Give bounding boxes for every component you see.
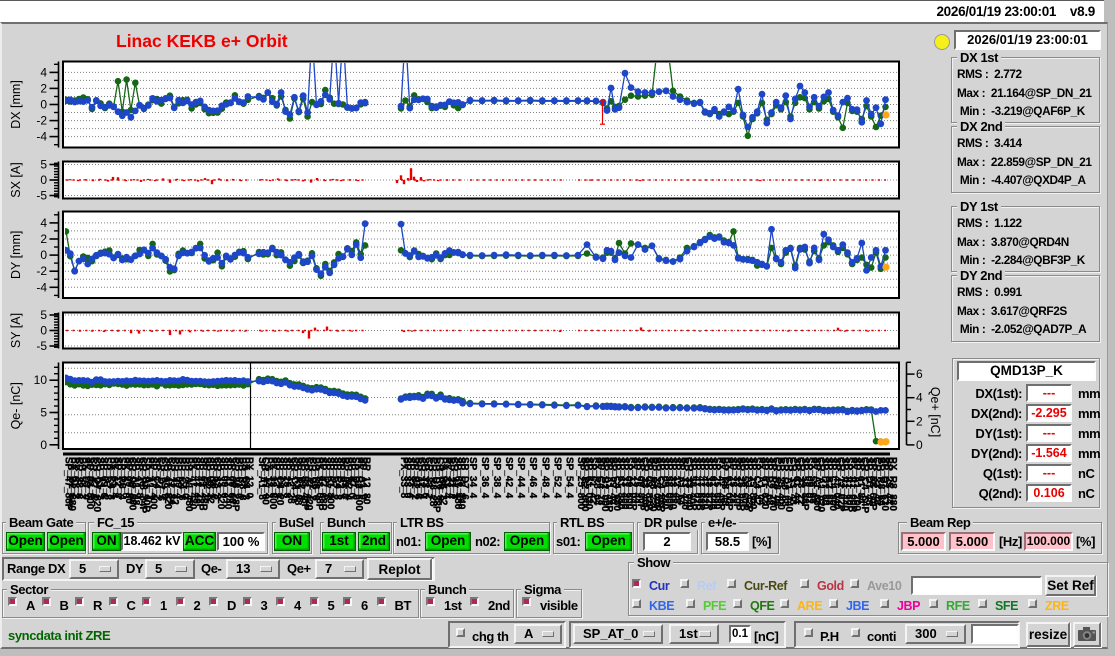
svg-text:5: 5 [40, 158, 47, 172]
svg-text:SX [A]: SX [A] [9, 162, 23, 197]
svg-text:5: 5 [40, 406, 47, 420]
svg-text:-5: -5 [36, 339, 47, 353]
svg-text:2: 2 [916, 414, 923, 428]
svg-text:4: 4 [40, 216, 47, 230]
svg-text:2: 2 [40, 232, 47, 246]
svg-text:-4: -4 [36, 130, 47, 144]
svg-text:5: 5 [40, 308, 47, 322]
svg-text:-2: -2 [36, 114, 47, 128]
svg-text:10: 10 [34, 373, 48, 387]
svg-text:PX_12_0: PX_12_0 [244, 457, 255, 499]
svg-text:Qe+ [nC]: Qe+ [nC] [928, 387, 942, 437]
svg-text:-2: -2 [36, 264, 47, 278]
svg-text:0: 0 [40, 438, 47, 452]
svg-text:0: 0 [916, 438, 923, 452]
svg-text:0: 0 [40, 248, 47, 262]
svg-text:-4: -4 [36, 280, 47, 294]
svg-text:2: 2 [40, 81, 47, 95]
svg-text:DX [mm]: DX [mm] [9, 80, 23, 129]
svg-text:SP_38_4: SP_38_4 [491, 457, 502, 499]
svg-text:0: 0 [40, 324, 47, 338]
svg-text:PX_R8_880: PX_R8_880 [887, 457, 898, 511]
svg-text:4: 4 [916, 391, 923, 405]
svg-text:6: 6 [916, 367, 923, 381]
svg-text:Qe- [nC]: Qe- [nC] [9, 382, 23, 429]
svg-text:SP_52_4: SP_52_4 [551, 457, 562, 499]
svg-text:BP_12_80: BP_12_80 [360, 457, 371, 505]
svg-text:4: 4 [40, 65, 47, 79]
svg-text:0: 0 [40, 173, 47, 187]
svg-text:SP_36_4: SP_36_4 [479, 457, 490, 499]
svg-text:DY [mm]: DY [mm] [9, 231, 23, 279]
svg-text:0: 0 [40, 98, 47, 112]
svg-text:SP_48_4: SP_48_4 [539, 457, 550, 499]
svg-text:-5: -5 [36, 189, 47, 203]
svg-text:SP_46_4: SP_46_4 [527, 457, 538, 499]
svg-text:SP_44_4: SP_44_4 [515, 457, 526, 499]
svg-text:SY [A]: SY [A] [9, 313, 23, 348]
svg-text:SP_34_4: SP_34_4 [467, 457, 478, 499]
svg-text:SP_54_4: SP_54_4 [563, 457, 574, 499]
svg-text:SP_42_4: SP_42_4 [503, 457, 514, 499]
